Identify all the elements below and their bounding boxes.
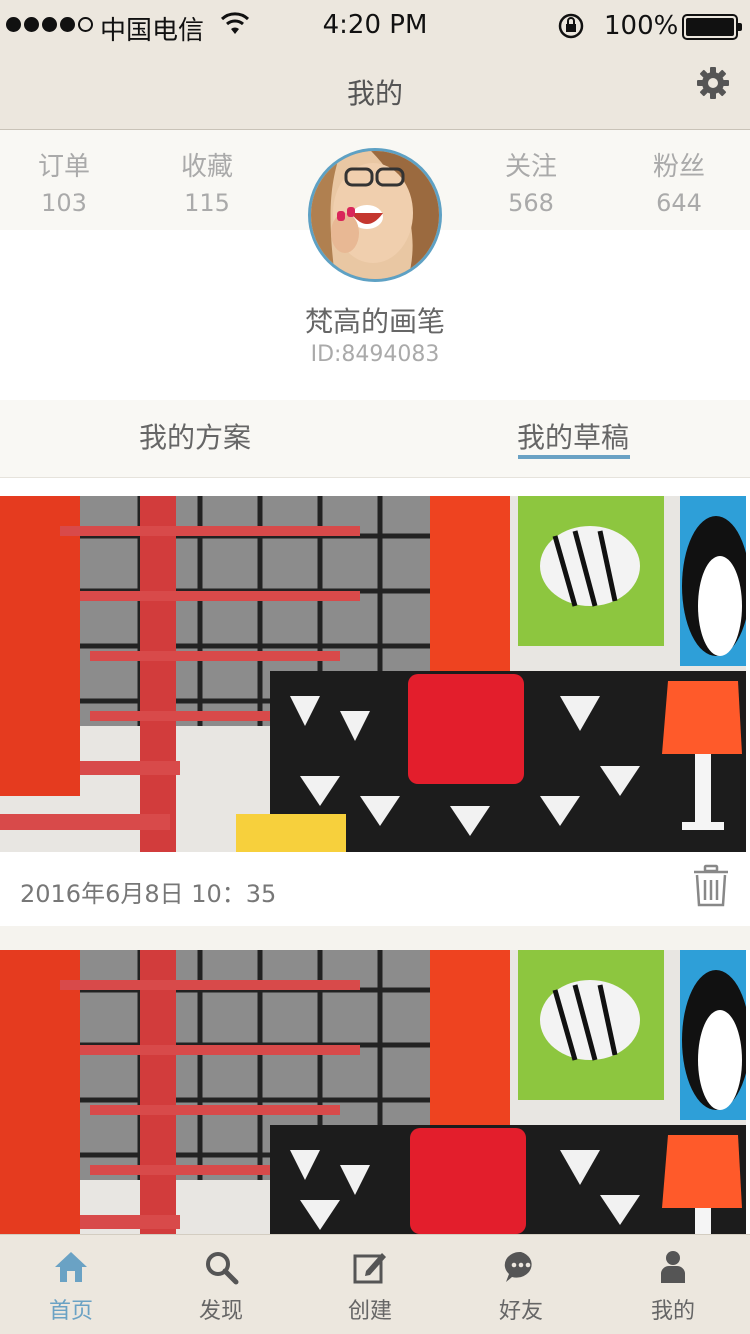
- avatar[interactable]: [308, 148, 442, 282]
- home-icon: [55, 1252, 87, 1282]
- trash-icon[interactable]: [692, 864, 730, 908]
- stat-favorites[interactable]: 收藏 115: [147, 146, 267, 217]
- active-tab-indicator: [518, 455, 630, 459]
- room-scene-image: [0, 950, 746, 1234]
- avatar-photo: [311, 151, 439, 279]
- tab-my-plans[interactable]: 我的方案: [139, 416, 251, 456]
- rotation-lock-icon: [558, 13, 584, 39]
- stat-orders[interactable]: 订单 103: [4, 146, 124, 217]
- tabbar-label: 创建: [347, 1299, 392, 1324]
- draft-date: 2016年6月8日 10：35: [20, 880, 277, 908]
- battery-icon: [682, 14, 742, 40]
- stat-followers[interactable]: 粉丝 644: [619, 146, 739, 217]
- tabbar-item-me[interactable]: 我的: [598, 1235, 748, 1334]
- draft-image[interactable]: [0, 496, 746, 852]
- stat-label: 订单: [37, 152, 90, 182]
- edit-icon: [353, 1253, 386, 1284]
- user-name: 梵高的画笔: [304, 305, 445, 338]
- draft-meta: 2016年6月8日 10：35: [0, 852, 750, 926]
- stat-label: 粉丝: [652, 152, 705, 182]
- tabbar-item-friends[interactable]: 好友: [446, 1235, 596, 1334]
- tabbar-label: 我的: [650, 1299, 695, 1324]
- tabbar-item-create[interactable]: 创建: [295, 1235, 445, 1334]
- stat-value: 103: [41, 189, 87, 217]
- tabbar-label: 首页: [48, 1299, 93, 1324]
- navigation-bar: 我的: [0, 52, 750, 130]
- stat-value: 644: [656, 189, 702, 217]
- stat-value: 115: [184, 189, 230, 217]
- chat-icon: [504, 1251, 532, 1282]
- gear-icon[interactable]: [696, 66, 730, 100]
- status-bar: 中国电信 4:20 PM 100%: [0, 0, 750, 52]
- user-id: ID:8494083: [310, 342, 440, 367]
- draft-image[interactable]: [0, 950, 746, 1234]
- stat-following[interactable]: 关注 568: [471, 146, 591, 217]
- card-divider: [0, 926, 750, 950]
- tabbar-item-discover[interactable]: 发现: [146, 1235, 296, 1334]
- stat-value: 568: [508, 189, 554, 217]
- tabbar-item-home[interactable]: 首页: [0, 1235, 146, 1334]
- stat-label: 收藏: [180, 152, 233, 182]
- room-scene-image: [0, 496, 746, 852]
- person-icon: [661, 1251, 685, 1283]
- page-title: 我的: [346, 77, 403, 110]
- bottom-tab-bar: 首页 发现 创建 好友 我的: [0, 1234, 750, 1334]
- content-tabs: 我的方案 我的草稿: [0, 400, 750, 478]
- tabbar-label: 好友: [498, 1299, 543, 1324]
- search-icon: [206, 1252, 239, 1285]
- tabbar-label: 发现: [198, 1299, 243, 1324]
- battery-percent: 100%: [604, 11, 679, 41]
- tab-my-drafts[interactable]: 我的草稿: [517, 416, 629, 456]
- stat-label: 关注: [504, 152, 557, 182]
